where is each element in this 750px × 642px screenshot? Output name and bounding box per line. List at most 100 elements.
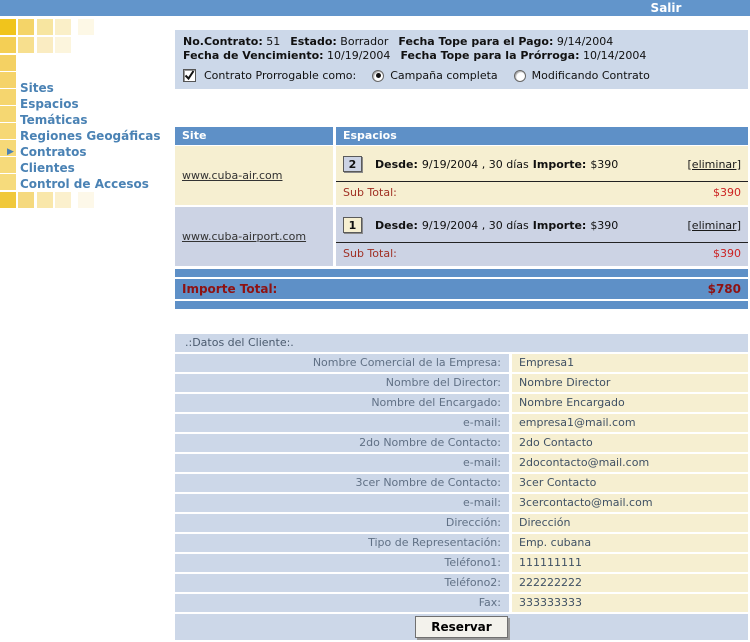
client-row: 2do Nombre de Contacto:2do Contacto — [175, 434, 748, 452]
client-field-value: Emp. cubana — [512, 534, 748, 552]
decor-square — [55, 37, 71, 53]
client-field-label: e-mail: — [175, 494, 509, 512]
client-field-label: Nombre del Director: — [175, 374, 509, 392]
client-row: Teléfono1:111111111 — [175, 554, 748, 572]
sidebar-item-label: Temáticas — [20, 113, 88, 127]
client-section-title: .:Datos del Cliente:. — [175, 334, 748, 352]
client-field-value: 3cercontacto@mail.com — [512, 494, 748, 512]
contract-field-value: 51 — [263, 35, 281, 48]
client-row: Dirección:Dirección — [175, 514, 748, 532]
client-row: Nombre del Director:Nombre Director — [175, 374, 748, 392]
contract-field: No.Contrato: 51 — [183, 35, 280, 48]
active-item-arrow-icon: ▶ — [7, 144, 14, 160]
decor-square — [0, 72, 16, 88]
client-field-value: Empresa1 — [512, 354, 748, 372]
decor-square — [37, 192, 53, 208]
reservar-button[interactable]: Reservar — [415, 616, 507, 638]
client-field-label: 2do Nombre de Contacto: — [175, 434, 509, 452]
decor-square — [0, 123, 16, 139]
sidebar-item-control-de-accesos[interactable]: Control de Accesos — [20, 176, 170, 192]
decor-square — [18, 37, 34, 53]
sites-table-body: www.cuba-air.com 2Desde:9/19/2004 , 30 dí… — [175, 146, 748, 266]
sidebar-item-regiones-geogaficas[interactable]: Regiones Geogáficas — [20, 128, 170, 144]
sidebar-item-contratos[interactable]: ▶Contratos — [20, 144, 170, 160]
subtotal-row: Sub Total: $390 — [343, 182, 741, 203]
contract-field-value: 9/14/2004 — [553, 35, 613, 48]
site-cell: www.cuba-air.com — [175, 146, 333, 205]
band-spacer — [175, 269, 748, 277]
sidebar-item-espacios[interactable]: Espacios — [20, 96, 170, 112]
importe-total-row: Importe Total: $780 — [175, 279, 748, 299]
client-row: e-mail:3cercontacto@mail.com — [175, 494, 748, 512]
check-icon — [184, 70, 195, 81]
importe-total-value: $780 — [708, 282, 741, 296]
client-row: e-mail:2docontacto@mail.com — [175, 454, 748, 472]
eliminar-link[interactable]: [eliminar] — [688, 219, 741, 232]
client-field-value: 222222222 — [512, 574, 748, 592]
client-row: Teléfono2:222222222 — [175, 574, 748, 592]
subtotal-value: $390 — [713, 247, 741, 260]
client-row: Nombre Comercial de la Empresa:Empresa1 — [175, 354, 748, 372]
eliminar-link[interactable]: [eliminar] — [688, 158, 741, 171]
prorrogable-row: Contrato Prorrogable como: Campaña compl… — [183, 69, 740, 82]
client-field-value: Nombre Director — [512, 374, 748, 392]
espacio-entry: 1Desde:9/19/2004 , 30 díasImporte:$390[e… — [343, 211, 741, 239]
espacios-column-header: Espacios — [336, 127, 748, 145]
decor-square — [0, 174, 16, 190]
client-field-label: e-mail: — [175, 414, 509, 432]
subtotal-label: Sub Total: — [343, 186, 397, 199]
contract-field-label: Estado: — [290, 35, 337, 48]
contract-field-label: Fecha de Vencimiento: — [183, 49, 324, 62]
prorrogable-checkbox[interactable] — [183, 69, 196, 82]
espacio-number-badge[interactable]: 1 — [343, 217, 362, 233]
sidebar-item-clientes[interactable]: Clientes — [20, 160, 170, 176]
client-field-label: Fax: — [175, 594, 509, 612]
site-link[interactable]: www.cuba-airport.com — [182, 230, 306, 243]
site-column-header: Site — [175, 127, 333, 145]
client-field-value: 2do Contacto — [512, 434, 748, 452]
radio-campana-completa[interactable] — [372, 70, 384, 82]
logout-link[interactable]: Salir — [636, 1, 696, 15]
decor-square — [18, 19, 34, 35]
contract-info-line-2: Fecha de Vencimiento: 10/19/2004 Fecha To… — [183, 49, 740, 62]
client-data-section: .:Datos del Cliente:. Nombre Comercial d… — [175, 334, 748, 640]
subtotal-value: $390 — [713, 186, 741, 199]
decor-square — [0, 192, 16, 208]
main-content: No.Contrato: 51Estado: BorradorFecha Top… — [175, 30, 748, 640]
decor-square — [0, 89, 16, 105]
client-field-label: Tipo de Representación: — [175, 534, 509, 552]
reserve-button-row: Reservar — [175, 614, 748, 640]
sidebar-item-sites[interactable]: Sites — [20, 80, 170, 96]
topbar: Salir — [0, 0, 750, 16]
client-rows: Nombre Comercial de la Empresa:Empresa1 N… — [175, 354, 748, 612]
client-field-value: 111111111 — [512, 554, 748, 572]
sites-table: Site Espacios www.cuba-air.com 2Desde:9/1… — [175, 127, 748, 309]
radio-modificando-contrato[interactable] — [514, 70, 526, 82]
contract-field-value: 10/19/2004 — [324, 49, 391, 62]
total-band: Importe Total: $780 — [175, 269, 748, 309]
band-divider — [175, 299, 748, 301]
decor-square — [37, 37, 53, 53]
decor-square — [0, 55, 16, 71]
espacio-entry: 2Desde:9/19/2004 , 30 díasImporte:$390[e… — [343, 150, 741, 178]
desde-value: 9/19/2004 , 30 días — [422, 219, 529, 232]
contract-info-box: No.Contrato: 51Estado: BorradorFecha Top… — [175, 30, 748, 89]
client-row: Tipo de Representación:Emp. cubana — [175, 534, 748, 552]
client-field-label: 3cer Nombre de Contacto: — [175, 474, 509, 492]
client-field-value: Dirección — [512, 514, 748, 532]
decor-square — [55, 19, 71, 35]
client-field-value: 333333333 — [512, 594, 748, 612]
contract-info-line-1: No.Contrato: 51Estado: BorradorFecha Top… — [183, 35, 740, 48]
espacio-number-badge[interactable]: 2 — [343, 156, 362, 172]
sidebar-item-tematicas[interactable]: Temáticas — [20, 112, 170, 128]
decor-square — [0, 19, 16, 35]
sidebar-item-label: Contratos — [20, 145, 86, 159]
contract-field-label: Fecha Tope para la Prórroga: — [400, 49, 579, 62]
client-field-value: Nombre Encargado — [512, 394, 748, 412]
contract-field-label: Fecha Tope para el Pago: — [398, 35, 553, 48]
client-field-label: Dirección: — [175, 514, 509, 532]
client-field-value: 2docontacto@mail.com — [512, 454, 748, 472]
sidebar-item-label: Regiones Geogáficas — [20, 129, 161, 143]
importe-value: $390 — [590, 158, 618, 171]
site-link[interactable]: www.cuba-air.com — [182, 169, 283, 182]
